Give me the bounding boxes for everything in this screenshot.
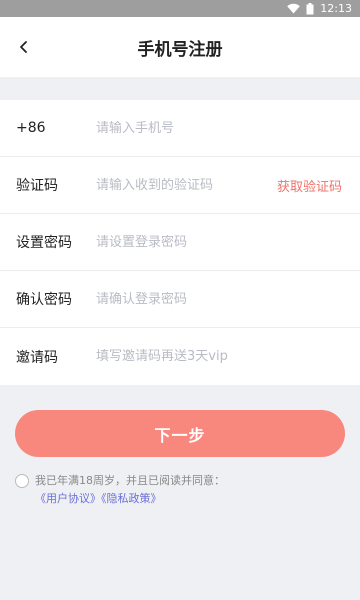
privacy-policy-link[interactable]: 《隐私政策》 [101, 492, 162, 505]
agreement-links: 《用户协议》《隐私政策》 [35, 490, 345, 508]
back-arrow-icon[interactable] [12, 35, 36, 59]
status-time: 12:13 [320, 2, 352, 15]
code-row: 验证码 获取验证码 [0, 157, 360, 214]
password-input[interactable] [96, 234, 342, 250]
code-label: 验证码 [16, 178, 58, 194]
agree-radio[interactable] [15, 474, 29, 488]
status-bar: 12:13 [0, 0, 360, 17]
phone-country-code: +86 [16, 120, 46, 136]
invite-label: 邀请码 [16, 349, 58, 366]
register-form: +86 验证码 获取验证码 设置密码 确认密码 邀请码 [0, 100, 360, 385]
password-row: 设置密码 [0, 214, 360, 271]
invite-row: 邀请码 [0, 328, 360, 385]
phone-input[interactable] [96, 120, 342, 136]
page-title: 手机号注册 [137, 39, 223, 60]
confirm-label: 确认密码 [16, 292, 72, 308]
invite-code-input[interactable] [96, 349, 342, 364]
confirm-password-input[interactable] [96, 291, 342, 307]
user-agreement-link[interactable]: 《用户协议》 [35, 492, 101, 505]
wifi-icon [287, 3, 301, 14]
get-code-button[interactable]: 获取验证码 [277, 176, 342, 195]
confirm-row: 确认密码 [0, 271, 360, 328]
title-bar: 手机号注册 [0, 17, 360, 77]
next-step-button[interactable]: 下一步 [15, 410, 345, 457]
agreement-section: 我已年满18周岁，并且已阅读并同意： 《用户协议》《隐私政策》 [15, 472, 345, 508]
phone-row: +86 [0, 100, 360, 157]
agreement-text: 我已年满18周岁，并且已阅读并同意： [35, 474, 225, 487]
battery-icon [306, 2, 314, 15]
code-input[interactable] [96, 177, 277, 193]
password-label: 设置密码 [16, 235, 72, 251]
section-gap [0, 77, 360, 100]
